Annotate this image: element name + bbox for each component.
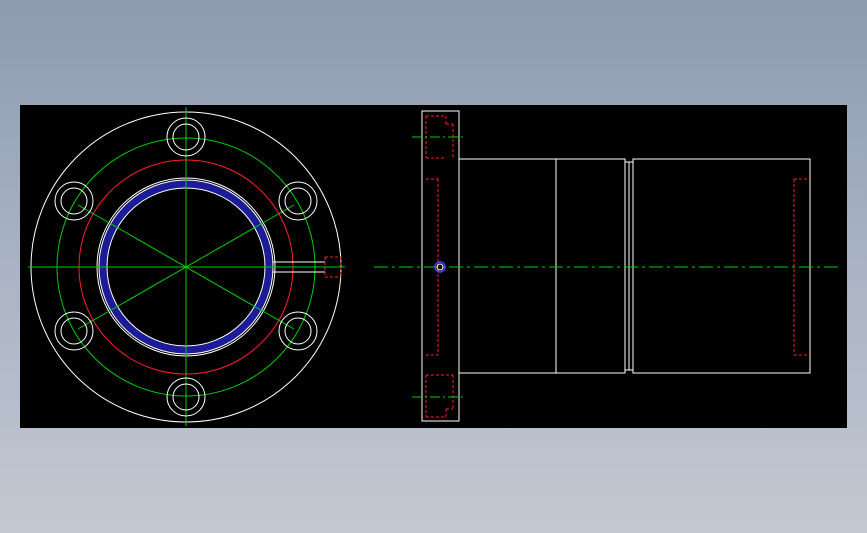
body-section-3 (632, 158, 811, 374)
body-section-2 (555, 158, 626, 374)
flange-hidden-bolt-bottom (425, 374, 454, 418)
flange-bushing-drawing (28, 107, 840, 426)
side-view (374, 110, 840, 422)
bolt-hole-upper-left (54, 181, 94, 221)
bolt-hole-upper-right (278, 181, 318, 221)
cad-drawing-canvas[interactable] (20, 105, 847, 428)
body-section-1 (458, 158, 557, 374)
front-view (28, 107, 345, 426)
